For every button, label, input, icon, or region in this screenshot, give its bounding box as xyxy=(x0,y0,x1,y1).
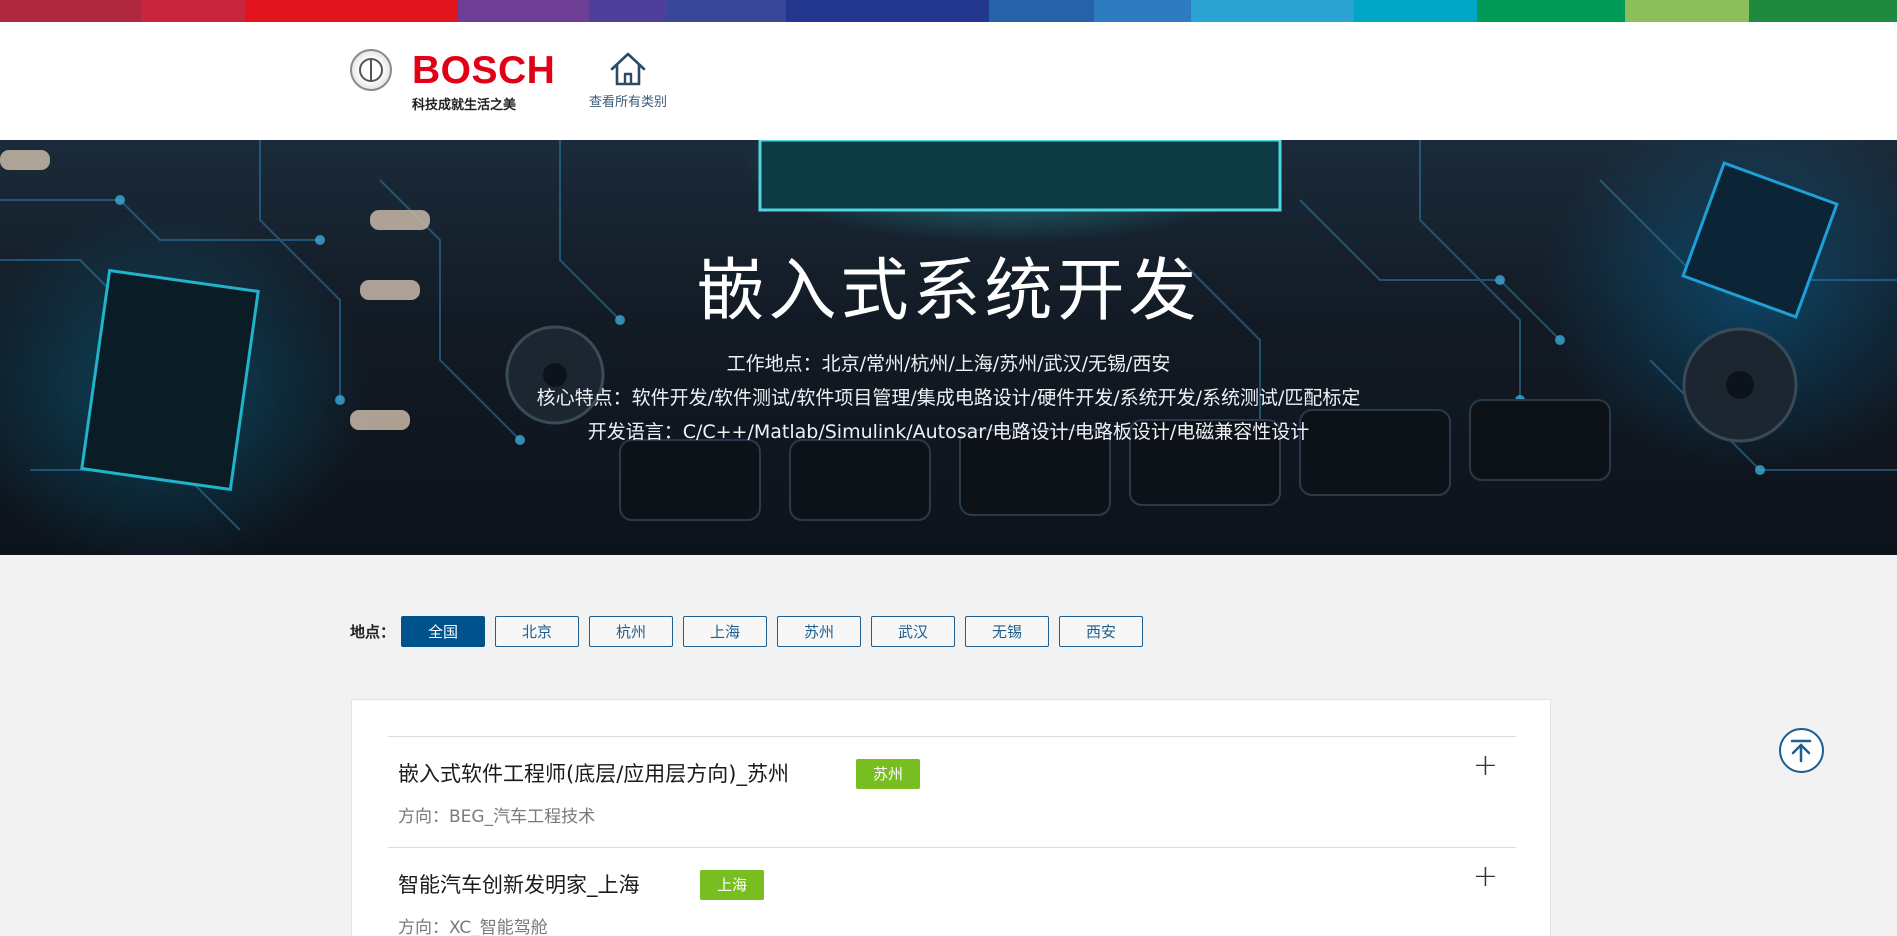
location-chip-xian[interactable]: 西安 xyxy=(1059,615,1144,647)
color-bar-segment xyxy=(1353,0,1478,22)
location-chip-hangzhou[interactable]: 杭州 xyxy=(589,615,674,647)
job-item[interactable]: 智能汽车创新发明家_上海 上海 方向：XC_智能驾舱 + xyxy=(388,847,1516,936)
color-bar-segment xyxy=(457,0,589,22)
expand-icon[interactable]: + xyxy=(1473,751,1498,781)
color-bar-segment xyxy=(1477,0,1626,22)
back-to-top-icon xyxy=(1790,739,1812,763)
job-direction: 方向：XC_智能驾舱 xyxy=(398,918,548,936)
job-direction: 方向：BEG_汽车工程技术 xyxy=(398,807,596,827)
logo-slogan: 科技成就生活之美 xyxy=(412,98,517,113)
color-bar-segment xyxy=(140,0,245,22)
hero-core-features: 核心特点：软件开发/软件测试/软件项目管理/集成电路设计/硬件开发/系统开发/系… xyxy=(536,387,1361,409)
hero-dev-languages: 开发语言：C/C++/Matlab/Simulink/Autosar/电路设计/… xyxy=(587,421,1310,443)
home-label: 查看所有类别 xyxy=(588,95,667,110)
logo-brand: BOSCH xyxy=(412,49,556,92)
bosch-armature-icon xyxy=(350,49,392,91)
hero-title: 嵌入式系统开发 xyxy=(696,252,1201,331)
job-title[interactable]: 嵌入式软件工程师(底层/应用层方向)_苏州 xyxy=(398,759,789,789)
job-location-tag: 苏州 xyxy=(856,759,921,789)
color-bar-segment xyxy=(1190,0,1354,22)
hero-banner: 嵌入式系统开发 工作地点：北京/常州/杭州/上海/苏州/武汉/无锡/西安 核心特… xyxy=(0,140,1897,555)
hero-work-locations: 工作地点：北京/常州/杭州/上海/苏州/武汉/无锡/西安 xyxy=(726,353,1171,375)
job-location-tag: 上海 xyxy=(700,870,765,900)
color-bar-segment xyxy=(1093,0,1191,22)
color-bar-segment xyxy=(244,0,458,22)
location-chip-wuhan[interactable]: 武汉 xyxy=(871,615,956,647)
header: BOSCH 科技成就生活之美 博世 查看所有类别 xyxy=(0,22,1897,163)
home-icon xyxy=(610,52,646,86)
job-item[interactable]: 嵌入式软件工程师(底层/应用层方向)_苏州 苏州 方向：BEG_汽车工程技术 + xyxy=(388,736,1516,847)
expand-icon[interactable]: + xyxy=(1473,862,1498,892)
color-bar-segment xyxy=(786,0,990,22)
location-chip-wuxi[interactable]: 无锡 xyxy=(965,615,1050,647)
color-bar-segment xyxy=(588,0,667,22)
location-chip-suzhou[interactable]: 苏州 xyxy=(777,615,862,647)
all-categories-link[interactable]: 查看所有类别 xyxy=(578,50,678,116)
location-filter: 地点： 全国 北京 杭州 上海 苏州 武汉 无锡 西安 xyxy=(350,615,1153,647)
location-filter-label: 地点： xyxy=(350,622,396,641)
job-list: 嵌入式软件工程师(底层/应用层方向)_苏州 苏州 方向：BEG_汽车工程技术 +… xyxy=(351,699,1551,936)
brand-color-bar xyxy=(0,0,1897,22)
color-bar-segment xyxy=(1748,0,1897,22)
back-to-top-button[interactable] xyxy=(1779,728,1824,773)
location-chip-shanghai[interactable]: 上海 xyxy=(683,615,768,647)
color-bar-segment xyxy=(0,0,141,22)
color-bar-segment xyxy=(989,0,1094,22)
color-bar-segment xyxy=(666,0,787,22)
job-title[interactable]: 智能汽车创新发明家_上海 xyxy=(398,870,640,900)
circuit-board-image xyxy=(0,140,1897,531)
bosch-logo[interactable]: BOSCH 科技成就生活之美 xyxy=(350,49,555,115)
color-bar-segment xyxy=(1625,0,1749,22)
location-chip-all[interactable]: 全国 xyxy=(401,615,486,647)
location-chip-beijing[interactable]: 北京 xyxy=(495,615,580,647)
